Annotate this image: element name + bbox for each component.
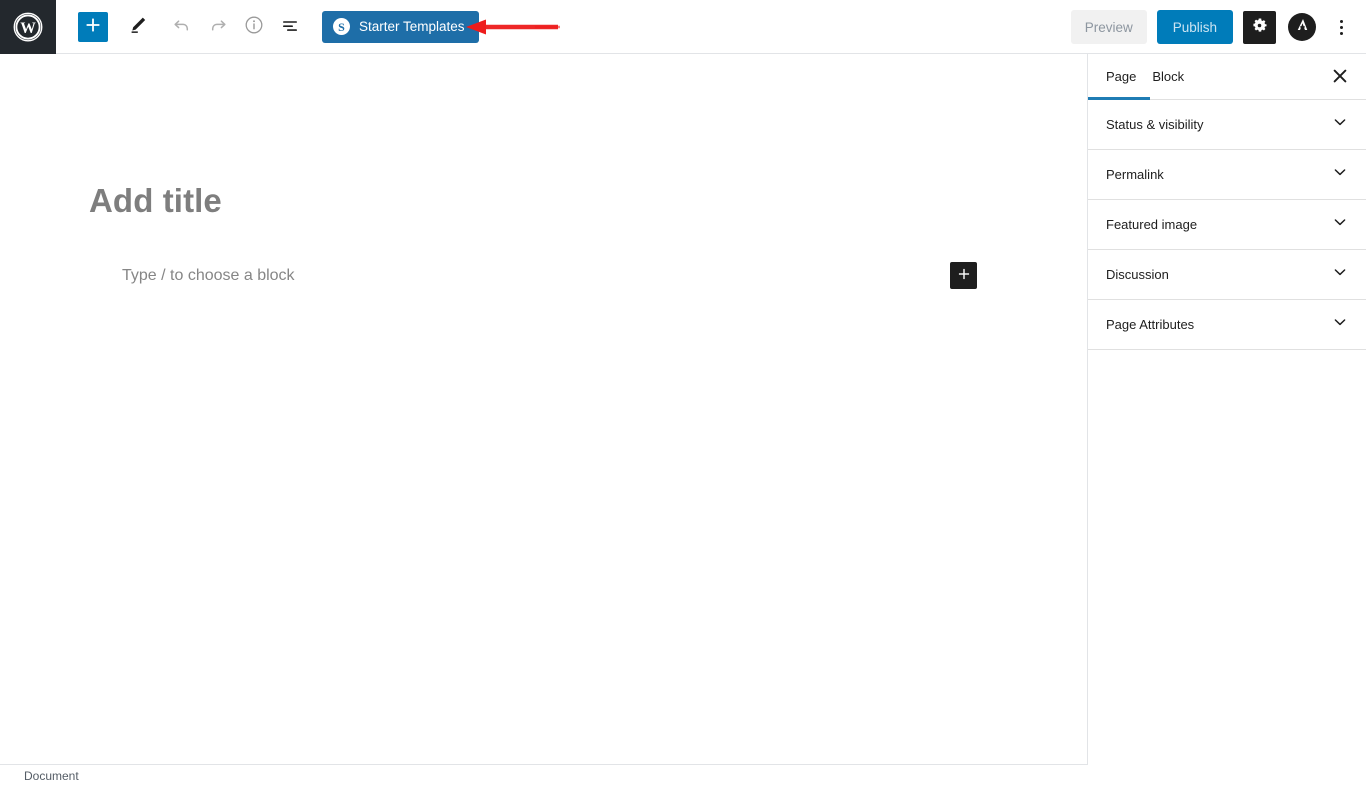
editor-canvas: Add title Type / to choose a block (0, 54, 1088, 764)
undo-button[interactable] (164, 9, 200, 45)
inline-block-inserter-button[interactable] (950, 262, 977, 289)
close-sidebar-button[interactable] (1327, 64, 1353, 90)
wordpress-logo-icon: W (13, 12, 43, 42)
redo-arrow-icon (208, 15, 228, 38)
settings-sidebar: Page Block Status & visibility Permalink (1088, 54, 1366, 764)
list-view-icon (280, 15, 300, 38)
annotation-arrow (466, 18, 562, 36)
close-icon (1333, 69, 1347, 86)
plus-icon (957, 267, 971, 284)
list-view-button[interactable] (272, 9, 308, 45)
publish-button[interactable]: Publish (1156, 10, 1233, 44)
toolbar-left-group: S Starter Templates (56, 9, 479, 45)
panel-label: Page Attributes (1106, 317, 1195, 332)
starter-templates-label: Starter Templates (359, 19, 465, 34)
edit-tools-button[interactable] (120, 9, 156, 45)
panel-page-attributes[interactable]: Page Attributes (1088, 300, 1366, 350)
editor-toolbar: W S Starter Templates Preview Publish (0, 0, 1366, 54)
panel-status-visibility[interactable]: Status & visibility (1088, 100, 1366, 150)
panel-label: Discussion (1106, 267, 1169, 282)
tab-block[interactable]: Block (1144, 54, 1192, 99)
chevron-down-icon (1332, 314, 1348, 335)
gear-icon (1250, 16, 1269, 38)
more-options-button[interactable] (1326, 10, 1356, 44)
panel-label: Permalink (1106, 167, 1164, 182)
svg-text:W: W (20, 19, 36, 36)
default-block-input[interactable]: Type / to choose a block (122, 267, 295, 285)
starter-templates-icon: S (333, 18, 350, 35)
kebab-menu-icon (1339, 19, 1343, 35)
panel-permalink[interactable]: Permalink (1088, 150, 1366, 200)
active-tab-indicator (1088, 97, 1150, 100)
toolbar-right-group: Preview Publish (1070, 0, 1356, 54)
panel-discussion[interactable]: Discussion (1088, 250, 1366, 300)
redo-button[interactable] (200, 9, 236, 45)
undo-arrow-icon (172, 15, 192, 38)
sidebar-tabs: Page Block (1088, 54, 1366, 100)
chevron-down-icon (1332, 114, 1348, 135)
panel-featured-image[interactable]: Featured image (1088, 200, 1366, 250)
panel-label: Status & visibility (1106, 117, 1204, 132)
info-icon (244, 15, 264, 38)
starter-templates-glyph: S (338, 19, 345, 34)
starter-templates-button[interactable]: S Starter Templates (322, 10, 479, 43)
preview-button[interactable]: Preview (1070, 10, 1147, 44)
chevron-down-icon (1332, 164, 1348, 185)
post-title-input[interactable]: Add title (89, 182, 222, 220)
panel-label: Featured image (1106, 217, 1198, 232)
settings-button[interactable] (1243, 10, 1276, 44)
gutenberg-editor: W S Starter Templates Preview Publish Ad… (0, 0, 1366, 786)
details-button[interactable] (236, 9, 272, 45)
wordpress-logo-button[interactable]: W (0, 0, 56, 54)
add-block-button[interactable] (78, 11, 108, 42)
breadcrumb-document[interactable]: Document (24, 769, 79, 783)
pencil-icon (128, 15, 148, 38)
astra-logo-button[interactable] (1288, 13, 1316, 41)
plus-icon (85, 17, 101, 36)
chevron-down-icon (1332, 264, 1348, 285)
tab-page[interactable]: Page (1098, 54, 1144, 99)
chevron-down-icon (1332, 214, 1348, 235)
editor-bottom-bar: Document (0, 764, 1088, 786)
astra-logo-icon (1294, 16, 1311, 38)
